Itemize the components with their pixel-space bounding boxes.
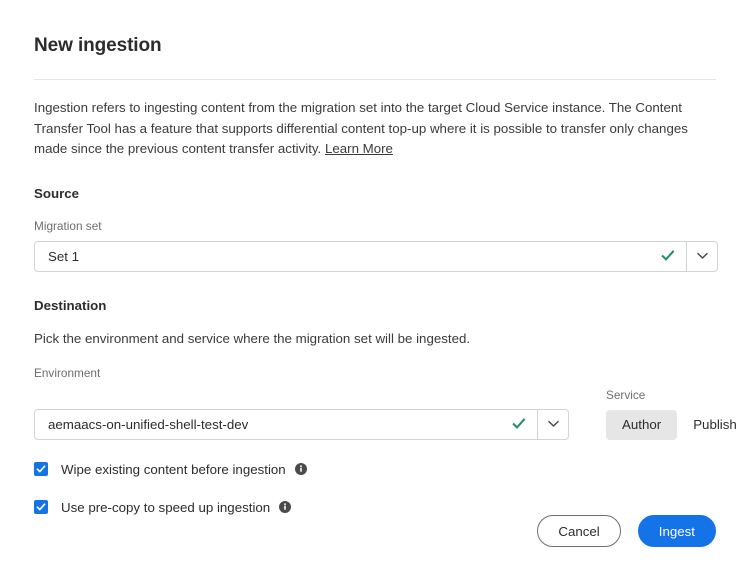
environment-label: Environment — [34, 365, 101, 380]
service-label: Service — [606, 387, 646, 402]
ingest-button[interactable]: Ingest — [637, 515, 716, 547]
service-option-author[interactable]: Author — [606, 409, 678, 440]
page-title: New ingestion — [34, 35, 162, 56]
info-icon[interactable] — [279, 501, 292, 513]
service-block: Service Author Publish — [606, 388, 750, 440]
environment-input[interactable]: aemaacs-on-unified-shell-test-dev — [34, 408, 538, 440]
checkmark-icon — [660, 248, 676, 264]
checkbox-wipe-existing-content[interactable] — [34, 462, 48, 476]
checkbox-use-pre-copy[interactable] — [34, 500, 48, 514]
chevron-down-icon — [547, 420, 559, 427]
migration-set-combobox[interactable]: Set 1 — [34, 240, 718, 272]
checkmark-icon — [511, 416, 527, 432]
destination-heading: Destination — [34, 297, 107, 313]
service-segmented-control: Author Publish — [606, 409, 750, 440]
migration-set-label: Migration set — [34, 218, 102, 233]
checkmark-icon — [36, 503, 46, 511]
new-ingestion-dialog: New ingestion Ingestion refers to ingest… — [0, 0, 750, 580]
learn-more-link[interactable]: Learn More — [325, 141, 393, 156]
service-option-publish[interactable]: Publish — [677, 410, 750, 440]
source-heading: Source — [34, 185, 80, 201]
option-row-use-pre-copy: Use pre-copy to speed up ingestion — [34, 499, 716, 516]
cancel-button[interactable]: Cancel — [537, 515, 621, 547]
info-icon[interactable] — [294, 463, 307, 475]
environment-value: aemaacs-on-unified-shell-test-dev — [48, 416, 249, 432]
environment-combobox[interactable]: aemaacs-on-unified-shell-test-dev — [34, 408, 569, 440]
intro-paragraph: Ingestion refers to ingesting content fr… — [34, 98, 702, 160]
checkmark-icon — [36, 465, 46, 473]
migration-set-input[interactable]: Set 1 — [34, 240, 687, 272]
migration-set-value: Set 1 — [48, 248, 80, 264]
dialog-footer: Cancel Ingest — [537, 515, 716, 547]
option-row-wipe-existing-content: Wipe existing content before ingestion — [34, 461, 716, 478]
header-divider — [34, 79, 716, 80]
chevron-down-icon — [696, 252, 708, 259]
option-label-wipe-existing-content: Wipe existing content before ingestion — [61, 461, 286, 477]
destination-row: aemaacs-on-unified-shell-test-dev Servic… — [34, 388, 737, 440]
migration-set-dropdown-button[interactable] — [687, 240, 718, 272]
option-label-use-pre-copy: Use pre-copy to speed up ingestion — [61, 499, 271, 515]
migration-set-row: Set 1 — [34, 240, 718, 272]
destination-description: Pick the environment and service where t… — [34, 330, 471, 346]
environment-dropdown-button[interactable] — [538, 408, 569, 440]
